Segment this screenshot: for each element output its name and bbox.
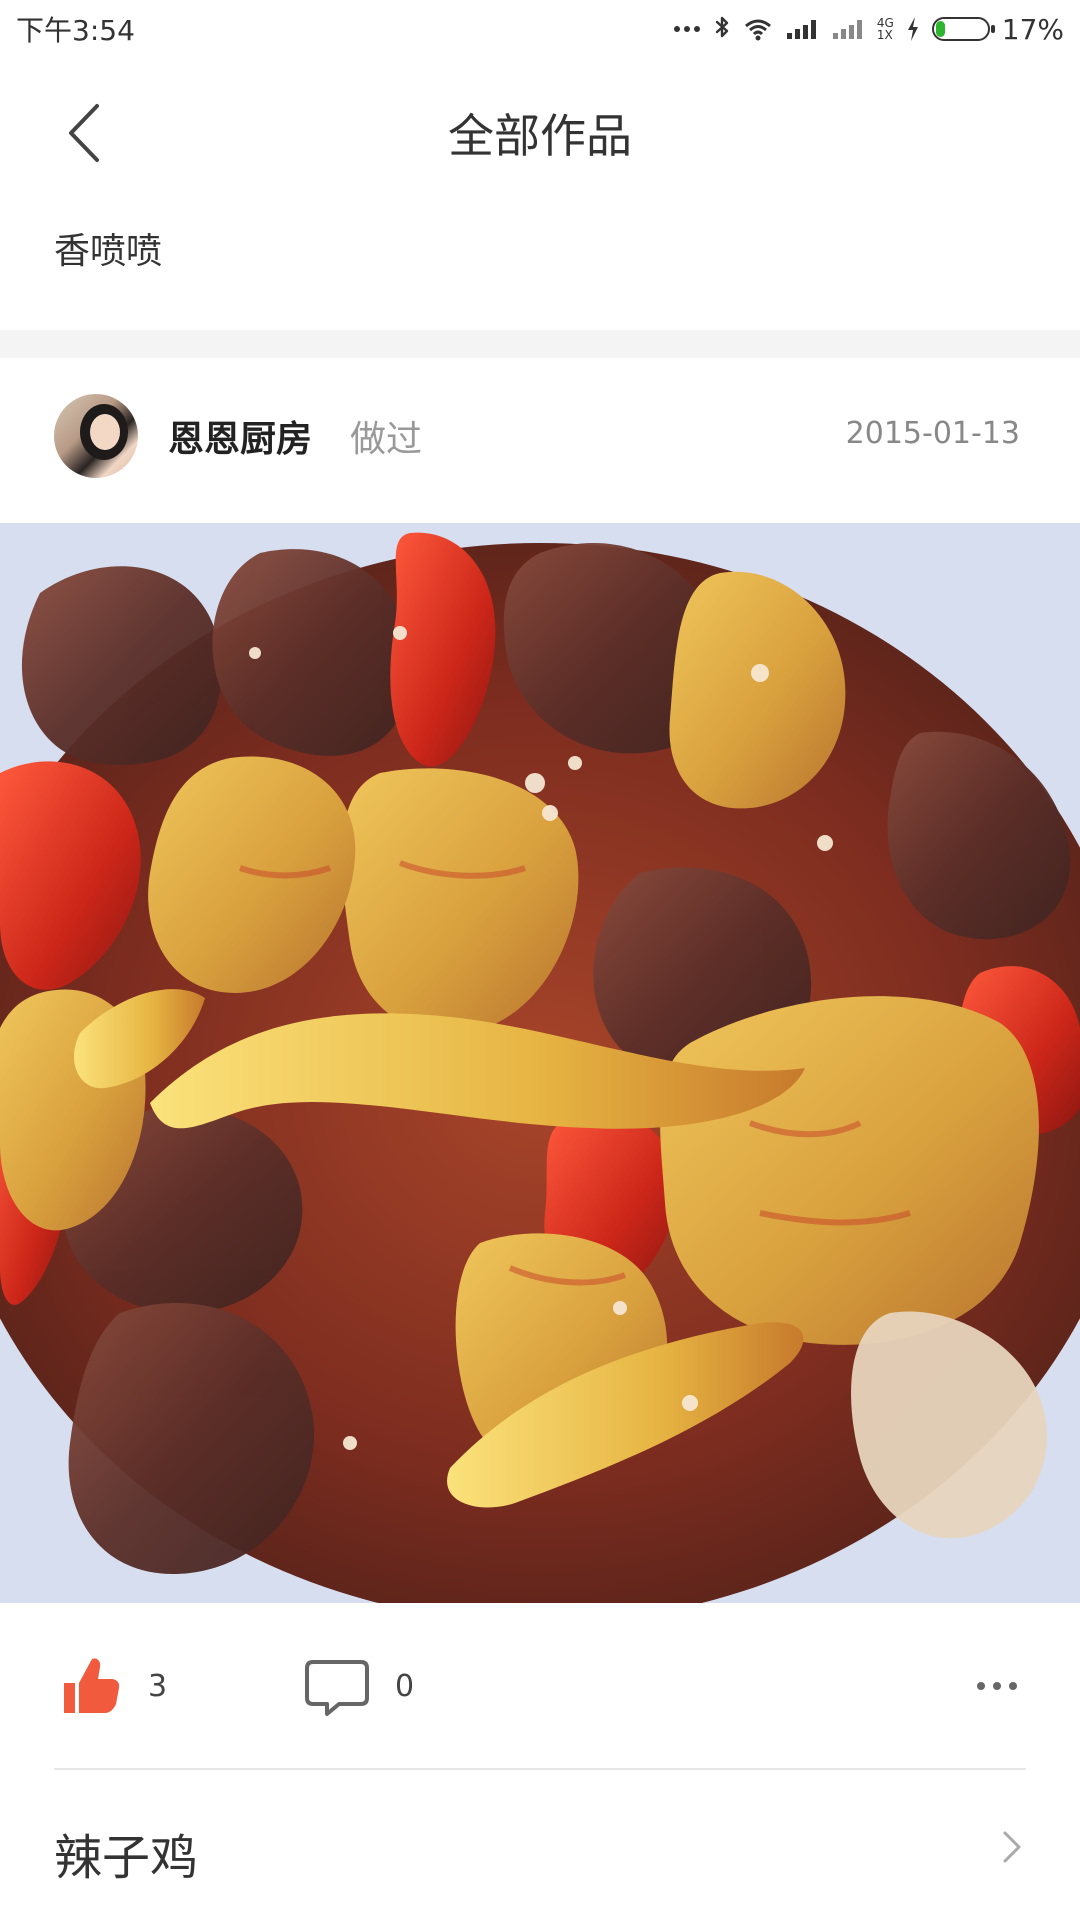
charging-icon bbox=[906, 15, 920, 43]
work-subtitle: 香喷喷 bbox=[54, 231, 163, 272]
comment-icon bbox=[305, 1660, 369, 1716]
chevron-right-icon bbox=[998, 1830, 1026, 1864]
post-actions: 3 0 bbox=[0, 1603, 1080, 1768]
recipe-name[interactable]: 辣子鸡 bbox=[54, 1818, 198, 1888]
recipe-link[interactable]: 辣子鸡 bbox=[0, 1770, 1080, 1920]
bluetooth-icon bbox=[713, 15, 731, 43]
author-row[interactable]: 恩恩厨房 做过 2015-01-13 bbox=[0, 358, 1080, 523]
like-button[interactable] bbox=[54, 1651, 126, 1723]
status-time: 下午3:54 bbox=[16, 14, 135, 47]
network-type: 4G 1X bbox=[877, 17, 894, 41]
secondary-signal-icon bbox=[831, 15, 865, 43]
avatar[interactable] bbox=[54, 394, 138, 478]
top-bar: 全部作品 bbox=[0, 58, 1080, 208]
food-photo-art bbox=[0, 523, 1080, 1603]
battery-tip bbox=[990, 25, 995, 33]
thumbs-up-icon bbox=[64, 1658, 120, 1713]
battery-percent: 17% bbox=[1001, 12, 1064, 46]
author-action: 做过 bbox=[350, 419, 423, 460]
food-photo[interactable] bbox=[0, 523, 1080, 1603]
wifi-icon bbox=[743, 15, 773, 43]
more-button[interactable] bbox=[968, 1661, 1026, 1711]
signal-icon bbox=[785, 15, 819, 43]
more-icon bbox=[977, 1682, 1017, 1690]
status-bar: 下午3:54 4G 1X 17% bbox=[0, 0, 1080, 58]
post-date: 2015-01-13 bbox=[845, 416, 1020, 451]
like-count: 3 bbox=[148, 1669, 168, 1704]
back-arrow-icon bbox=[69, 104, 99, 162]
comment-count: 0 bbox=[395, 1669, 415, 1704]
battery-fill bbox=[935, 21, 945, 37]
network-type-bottom: 1X bbox=[876, 28, 893, 42]
author-name[interactable]: 恩恩厨房 bbox=[168, 410, 312, 462]
more-notifications-icon bbox=[673, 15, 701, 43]
status-right: 4G 1X 17% bbox=[673, 13, 1064, 46]
page-title: 全部作品 bbox=[448, 109, 632, 163]
back-button[interactable] bbox=[48, 98, 118, 168]
section-divider bbox=[0, 330, 1080, 358]
battery-icon bbox=[931, 17, 995, 41]
avatar-face bbox=[90, 414, 120, 450]
comment-button[interactable] bbox=[302, 1653, 372, 1723]
